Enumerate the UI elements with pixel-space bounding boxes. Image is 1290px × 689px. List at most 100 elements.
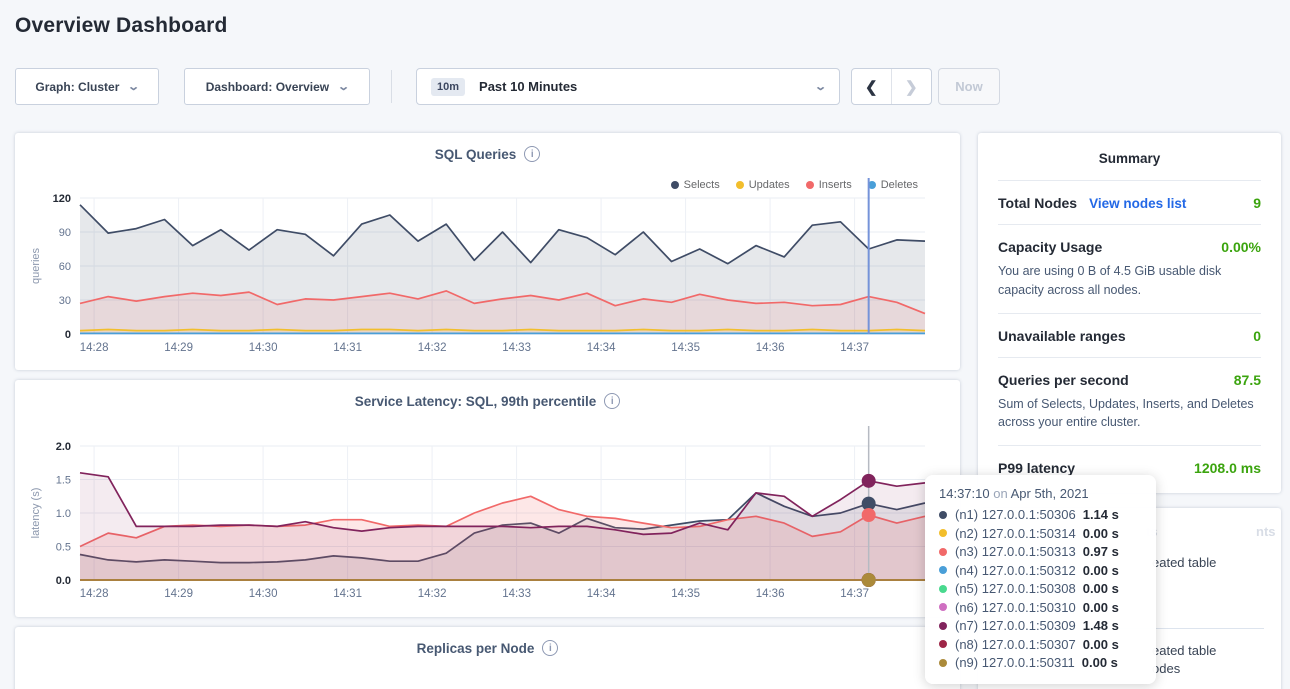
y-axis-tick: 1.5 [56, 475, 71, 487]
tooltip-node-label: (n6) 127.0.0.1:50310 [955, 600, 1076, 615]
events-link-fragment: nts [1256, 524, 1276, 539]
y-axis-tick: 0 [65, 329, 71, 341]
time-range-label: Past 10 Minutes [479, 79, 577, 94]
now-button[interactable]: Now [938, 68, 1000, 105]
x-axis-tick: 14:34 [587, 588, 616, 600]
tooltip-node-label: (n9) 127.0.0.1:50311 [955, 655, 1075, 670]
x-axis-tick: 14:34 [587, 342, 616, 354]
info-icon[interactable]: i [542, 640, 558, 656]
y-axis-tick: 90 [59, 227, 71, 239]
summary-panel: Summary Total Nodes View nodes list 9 Ca… [978, 133, 1281, 493]
series-dot-icon [939, 659, 947, 667]
y-axis-tick: 1.0 [56, 508, 71, 520]
x-axis-tick: 14:29 [164, 342, 193, 354]
total-nodes-value: 9 [1253, 195, 1261, 211]
qps-desc: Sum of Selects, Updates, Inserts, and De… [998, 395, 1261, 433]
tooltip-node-value: 0.00 s [1083, 637, 1119, 652]
unavailable-ranges-value: 0 [1253, 328, 1261, 344]
service-latency-chart[interactable]: 0.00.51.01.52.014:2814:2914:3014:3114:32… [15, 380, 960, 617]
tooltip-node-label: (n5) 127.0.0.1:50308 [955, 581, 1076, 596]
sql-queries-card: SQL Queries i Selects Updates Inserts De… [15, 133, 960, 370]
chevron-down-icon: ⌄ [337, 80, 350, 93]
tooltip-row: (n3) 127.0.0.1:503130.97 s [939, 544, 1142, 559]
page-title: Overview Dashboard [15, 14, 228, 38]
y-axis-tick: 2.0 [56, 441, 71, 453]
graph-dropdown[interactable]: Graph: Cluster ⌄ [15, 68, 159, 105]
summary-row-qps: Queries per second 87.5 Sum of Selects, … [998, 357, 1261, 446]
replicas-per-node-card: Replicas per Node i [15, 627, 960, 689]
sql-queries-chart[interactable]: 0 30 60 90 120 14:28 14:29 14:30 14:31 14:32 14:33… [15, 133, 960, 370]
summary-row-capacity: Capacity Usage 0.00% You are using 0 B o… [998, 224, 1261, 313]
next-range-button[interactable]: ❯ [892, 69, 932, 104]
x-axis-tick: 14:35 [671, 342, 700, 354]
x-axis-tick: 14:28 [80, 588, 109, 600]
y-axis-tick: 120 [53, 193, 71, 205]
chevron-down-icon: ⌄ [814, 80, 827, 93]
x-axis-tick: 14:33 [502, 342, 531, 354]
summary-title: Summary [998, 151, 1261, 180]
x-axis-tick: 14:37 [840, 342, 869, 354]
chart-title: Replicas per Node [417, 641, 535, 656]
x-axis-tick: 14:30 [249, 342, 278, 354]
x-axis-tick: 14:32 [418, 342, 447, 354]
tooltip-node-label: (n8) 127.0.0.1:50307 [955, 637, 1076, 652]
x-axis-tick: 14:29 [164, 588, 193, 600]
chart-hover-tooltip: 14:37:10 on Apr 5th, 2021 (n1) 127.0.0.1… [925, 475, 1156, 684]
tooltip-row: (n2) 127.0.0.1:503140.00 s [939, 526, 1142, 541]
graph-dropdown-label: Graph: Cluster [35, 80, 119, 94]
series-dot-icon [939, 640, 947, 648]
x-axis-tick: 14:37 [840, 588, 869, 600]
tooltip-node-value: 1.14 s [1083, 507, 1119, 522]
summary-row-unavailable: Unavailable ranges 0 [998, 313, 1261, 357]
dashboard-dropdown[interactable]: Dashboard: Overview ⌄ [184, 68, 370, 105]
y-axis-tick: 0.5 [56, 542, 71, 554]
series-dot-icon [939, 548, 947, 556]
capacity-usage-desc: You are using 0 B of 4.5 GiB usable disk… [998, 262, 1261, 300]
x-axis-tick: 14:35 [671, 588, 700, 600]
crosshair-dot-(n9) 127.0.0.1:50311 [862, 573, 876, 587]
time-range-badge: 10m [431, 78, 465, 96]
y-axis-label: queries [30, 247, 42, 284]
event-item-fragment: odes [1152, 661, 1180, 676]
capacity-usage-value: 0.00% [1221, 239, 1261, 255]
chevron-down-icon: ⌄ [128, 80, 141, 93]
series-dot-icon [939, 603, 947, 611]
series-dot-icon [939, 566, 947, 574]
tooltip-row: (n5) 127.0.0.1:50308 0.00 s [939, 581, 1142, 596]
tooltip-node-value: 0.00 s [1083, 600, 1119, 615]
y-axis-tick: 0.0 [56, 575, 71, 587]
tooltip-node-value: 0.00 s [1082, 655, 1118, 670]
overview-dashboard-page: Overview Dashboard Graph: Cluster ⌄ Dash… [0, 0, 1290, 689]
tooltip-node-value: 0.00 s [1083, 581, 1119, 596]
tooltip-node-label: (n2) 127.0.0.1:50314 [955, 526, 1076, 541]
p99-latency-value: 1208.0 ms [1194, 460, 1261, 476]
tooltip-node-label: (n4) 127.0.0.1:50312 [955, 563, 1076, 578]
dashboard-dropdown-label: Dashboard: Overview [206, 80, 329, 94]
summary-row-total-nodes: Total Nodes View nodes list 9 [998, 180, 1261, 224]
series-dot-icon [939, 585, 947, 593]
y-axis-label: latency (s) [30, 488, 42, 539]
x-axis-tick: 14:30 [249, 588, 278, 600]
y-axis-tick: 30 [59, 295, 71, 307]
crosshair-dot-(n7) 127.0.0.1:50309 [862, 474, 876, 488]
tooltip-node-value: 0.97 s [1083, 544, 1119, 559]
tooltip-row: (n4) 127.0.0.1:503120.00 s [939, 563, 1142, 578]
tooltip-node-label: (n1) 127.0.0.1:50306 [955, 507, 1076, 522]
chevron-left-icon: ❮ [865, 79, 878, 96]
view-nodes-list-link[interactable]: View nodes list [1089, 196, 1186, 211]
x-axis-tick: 14:31 [333, 342, 362, 354]
event-item-fragment: eated table [1152, 555, 1216, 570]
y-axis-tick: 60 [59, 261, 71, 273]
crosshair-dot-(n3) 127.0.0.1:50313 [862, 508, 876, 522]
prev-range-button[interactable]: ❮ [852, 69, 892, 104]
tooltip-row: (n9) 127.0.0.1:50311 0.00 s [939, 655, 1142, 670]
time-pager: ❮ ❯ [851, 68, 932, 105]
x-axis-tick: 14:28 [80, 342, 109, 354]
x-axis-tick: 14:36 [756, 588, 785, 600]
series-dot-icon [939, 511, 947, 519]
controls-divider [391, 70, 392, 103]
time-range-selector[interactable]: 10m Past 10 Minutes ⌄ [416, 68, 840, 105]
service-latency-card: Service Latency: SQL, 99th percentile i … [15, 380, 960, 617]
series-dot-icon [939, 529, 947, 537]
tooltip-row: (n7) 127.0.0.1:503091.48 s [939, 618, 1142, 633]
